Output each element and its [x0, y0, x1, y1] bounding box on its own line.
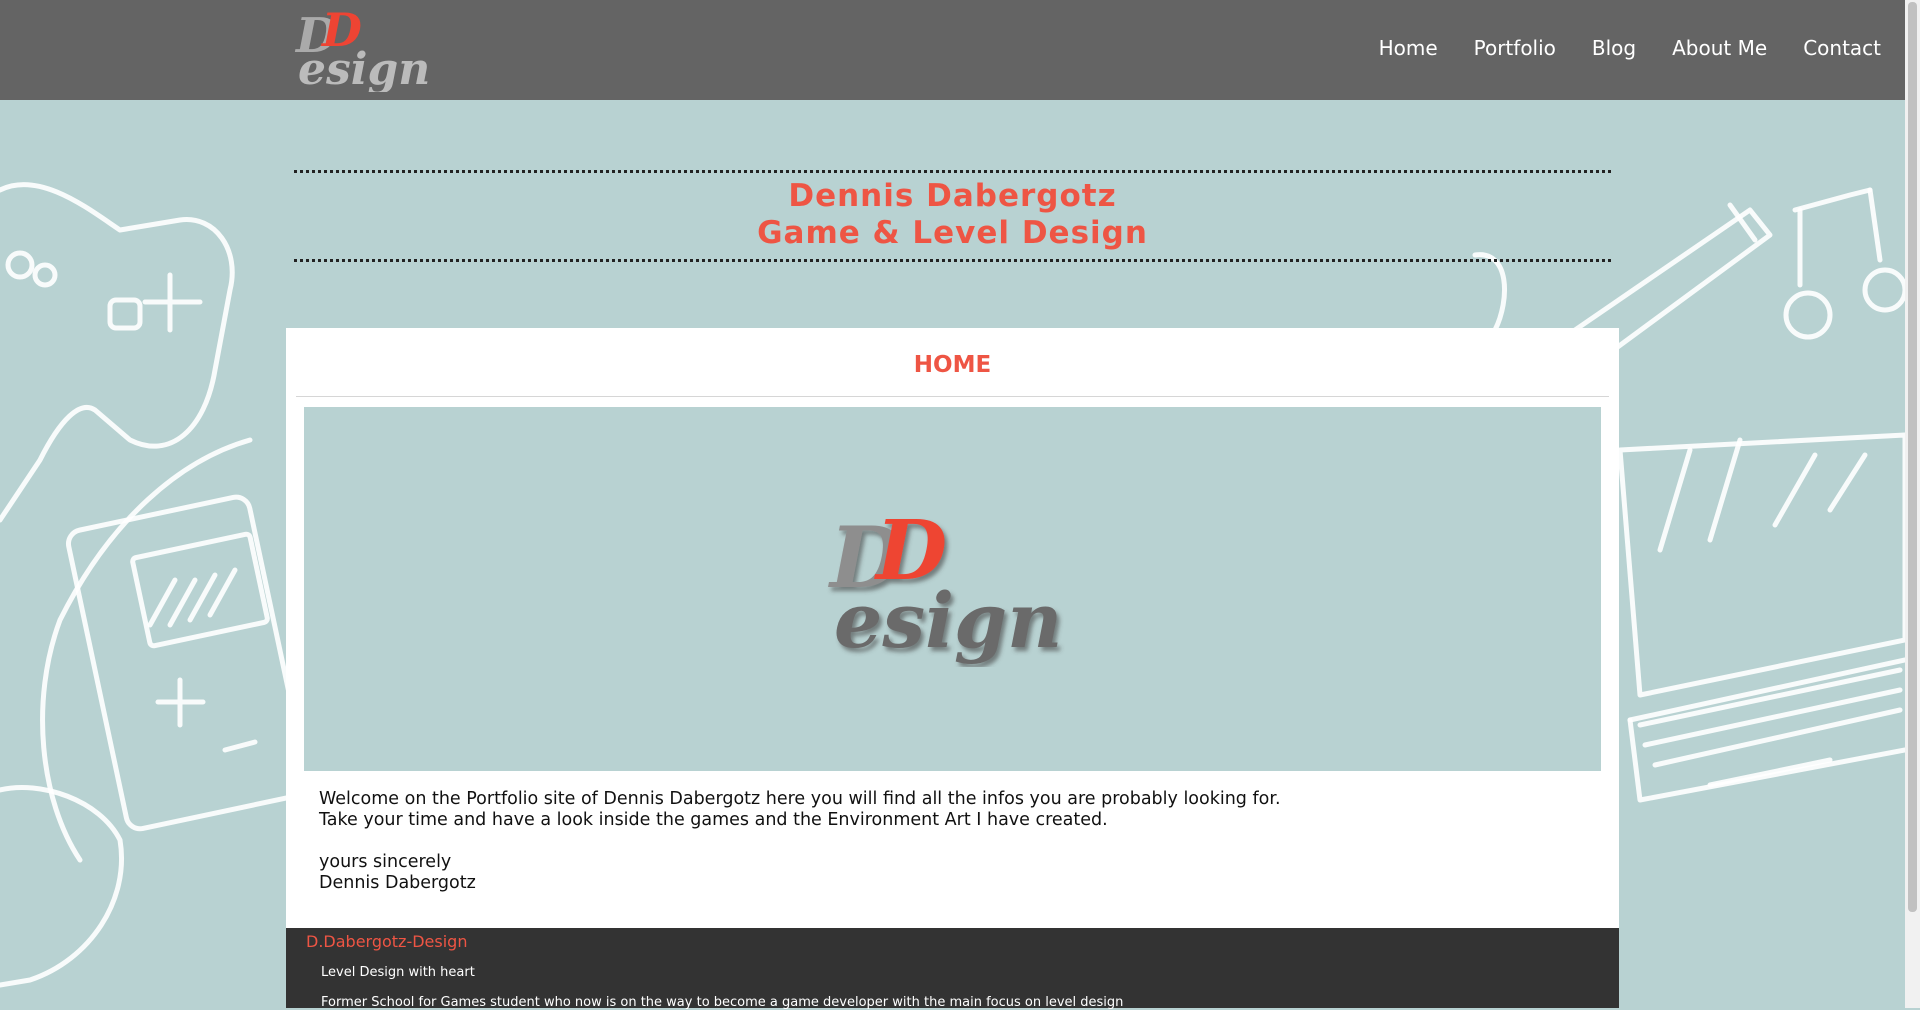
footer-brand: D.Dabergotz-Design: [306, 932, 468, 951]
nav-blog[interactable]: Blog: [1592, 36, 1636, 60]
welcome-text: Welcome on the Portfolio site of Dennis …: [319, 789, 1519, 894]
site-logo[interactable]: D D esign: [292, 6, 442, 92]
page-scrollbar[interactable]: [1905, 0, 1920, 1008]
signature: Dennis Dabergotz: [319, 873, 476, 893]
banner-name: Dennis Dabergotz: [788, 178, 1117, 214]
note-doodle: [1792, 187, 1873, 213]
main-nav: Home Portfolio Blog About Me Contact: [1343, 36, 1881, 60]
banner-subtitle: Game & Level Design: [757, 215, 1148, 251]
gamepad-doodle: [0, 182, 235, 523]
title-divider: [296, 396, 1609, 397]
site-footer: D.Dabergotz-Design Level Design with hea…: [286, 928, 1619, 1010]
svg-text:esign: esign: [834, 576, 1062, 665]
svg-text:esign: esign: [298, 44, 430, 92]
footer-tagline: Level Design with heart: [321, 965, 475, 980]
nav-portfolio[interactable]: Portfolio: [1474, 36, 1556, 60]
hero-image: D D esign: [304, 407, 1601, 771]
nav-contact[interactable]: Contact: [1803, 36, 1881, 60]
top-navbar: D D esign Home Portfolio Blog About Me C…: [0, 0, 1905, 100]
laptop-doodle: [1617, 432, 1905, 698]
hero-logo: D D esign: [828, 507, 1062, 665]
scrollbar-thumb[interactable]: [1908, 2, 1917, 912]
page-title: HOME: [913, 352, 992, 378]
nav-home[interactable]: Home: [1379, 36, 1438, 60]
content-panel: HOME D D esign Welcome on the Portfolio …: [286, 328, 1619, 928]
site-banner: Dennis Dabergotz Game & Level Design: [294, 170, 1611, 262]
nav-about-me[interactable]: About Me: [1672, 36, 1767, 60]
welcome-line: Take your time and have a look inside th…: [319, 810, 1108, 830]
welcome-line: Welcome on the Portfolio site of Dennis …: [319, 789, 1281, 809]
closing-line: yours sincerely: [319, 852, 452, 872]
